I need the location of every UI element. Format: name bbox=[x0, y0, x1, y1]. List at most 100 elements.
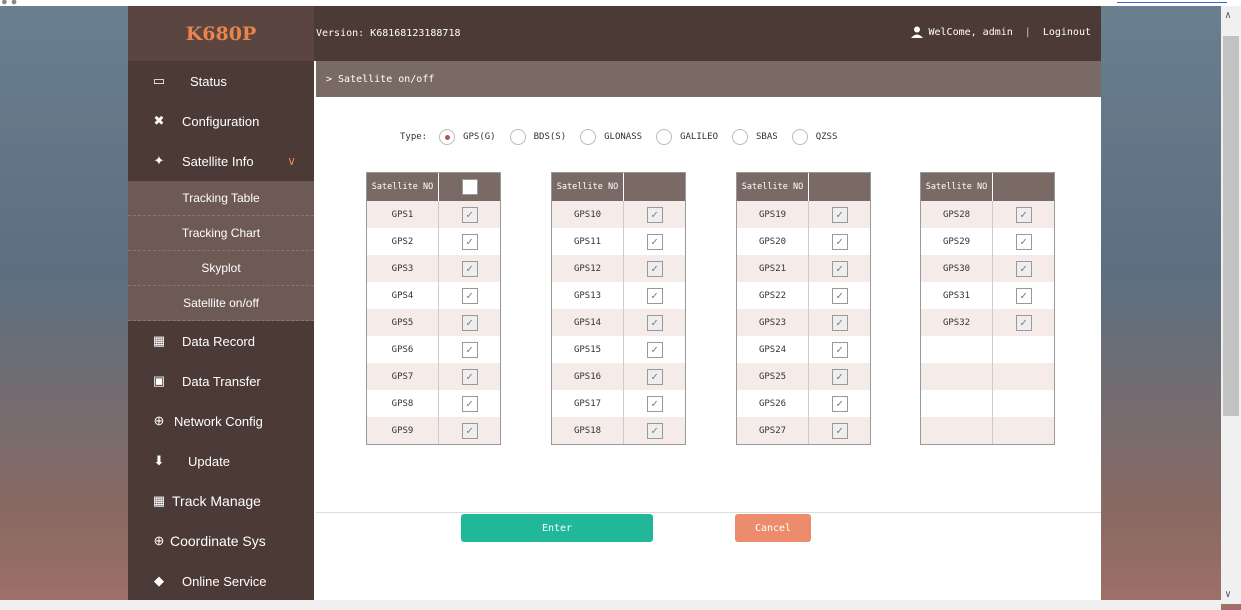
scrollbar-thumb[interactable] bbox=[1223, 36, 1239, 416]
scroll-up-icon[interactable]: ∧ bbox=[1225, 10, 1231, 21]
radio-gps[interactable]: GPS(G) bbox=[439, 129, 496, 145]
satellite-checkbox[interactable]: ✓ bbox=[831, 206, 848, 223]
satellite-toggle-cell: ✓ bbox=[624, 363, 685, 390]
satellite-checkbox[interactable]: ✓ bbox=[461, 341, 478, 358]
satellite-checkbox[interactable]: ✓ bbox=[1015, 287, 1032, 304]
radio-qzss[interactable]: QZSS bbox=[791, 129, 837, 145]
satellite-checkbox[interactable]: ✓ bbox=[461, 314, 478, 331]
tools-icon: ✖ bbox=[153, 113, 165, 128]
sidebar-subitem-tracking-chart[interactable]: Tracking Chart bbox=[128, 216, 314, 251]
table-row: GPS19 ✓ bbox=[737, 201, 870, 228]
satellite-checkbox[interactable]: ✓ bbox=[831, 287, 848, 304]
satellite-toggle-cell: ✓ bbox=[439, 390, 500, 417]
scroll-down-icon[interactable]: ∨ bbox=[1225, 589, 1231, 600]
table-row: GPS14 ✓ bbox=[552, 309, 685, 336]
satellite-checkbox[interactable]: ✓ bbox=[1015, 260, 1032, 277]
satellite-checkbox[interactable]: ✓ bbox=[461, 233, 478, 250]
satellite-checkbox[interactable]: ✓ bbox=[646, 260, 663, 277]
satellite-id: GPS4 bbox=[367, 282, 439, 309]
satellite-checkbox[interactable]: ✓ bbox=[831, 314, 848, 331]
satellite-table: Satellite NO GPS1 ✓ GPS2 ✓ GPS3 ✓ GPS4 ✓ GPS5 ✓ GPS… bbox=[366, 172, 501, 445]
satellite-checkbox[interactable]: ✓ bbox=[461, 206, 478, 223]
breadcrumb: > Satellite on/off bbox=[316, 61, 1101, 97]
satellite-checkbox[interactable]: ✓ bbox=[461, 287, 478, 304]
vertical-scrollbar[interactable]: ∧ ∨ bbox=[1221, 6, 1241, 604]
satellite-toggle-cell: ✓ bbox=[439, 363, 500, 390]
radio-label: GLONASS bbox=[604, 132, 643, 142]
table-header: Satellite NO bbox=[367, 173, 500, 201]
type-label: Type: bbox=[400, 132, 428, 142]
sidebar-subitem-skyplot[interactable]: Skyplot bbox=[128, 251, 314, 286]
sidebar-item-data-record[interactable]: ▦ Data Record bbox=[128, 321, 314, 361]
satellite-checkbox[interactable]: ✓ bbox=[646, 422, 663, 439]
satellite-toggle-cell: ✓ bbox=[624, 201, 685, 228]
horizontal-scrollbar[interactable] bbox=[0, 600, 1221, 610]
divider bbox=[316, 512, 1101, 513]
sidebar-item-data-transfer[interactable]: ▣ Data Transfer bbox=[128, 361, 314, 401]
satellite-checkbox[interactable]: ✓ bbox=[1015, 233, 1032, 250]
main-content: Type: GPS(G) BDS(S) GLONASS GALILEO SBAS… bbox=[316, 97, 1101, 600]
satellite-checkbox[interactable]: ✓ bbox=[461, 368, 478, 385]
user-greeting: WelCome, admin bbox=[928, 26, 1013, 38]
satellite-id: GPS29 bbox=[921, 228, 993, 255]
satellite-checkbox[interactable]: ✓ bbox=[646, 368, 663, 385]
satellite-checkbox[interactable]: ✓ bbox=[646, 314, 663, 331]
satellite-checkbox[interactable]: ✓ bbox=[1015, 314, 1032, 331]
sidebar-subitem-satellite-onoff[interactable]: Satellite on/off bbox=[128, 286, 314, 321]
satellite-id: GPS2 bbox=[367, 228, 439, 255]
table-row: GPS28 ✓ bbox=[921, 201, 1054, 228]
satellite-checkbox[interactable]: ✓ bbox=[461, 260, 478, 277]
satellite-checkbox[interactable]: ✓ bbox=[646, 341, 663, 358]
table-body: GPS19 ✓ GPS20 ✓ GPS21 ✓ GPS22 ✓ GPS23 ✓ GPS24 ✓ GPS2… bbox=[737, 201, 870, 444]
satellite-toggle-cell: ✓ bbox=[993, 282, 1054, 309]
table-row: GPS13 ✓ bbox=[552, 282, 685, 309]
sidebar-item-track-manage[interactable]: ▦ Track Manage bbox=[128, 481, 314, 521]
sidebar-item-status[interactable]: ▭ Status bbox=[128, 61, 314, 101]
sidebar-item-coordinate-sys[interactable]: ⊕ Coordinate Sys bbox=[128, 521, 314, 561]
satellite-toggle-cell: ✓ bbox=[624, 390, 685, 417]
satellite-checkbox[interactable]: ✓ bbox=[461, 422, 478, 439]
table-row: GPS8 ✓ bbox=[367, 390, 500, 417]
sidebar-subitem-label: Tracking Table bbox=[182, 191, 260, 205]
satellite-toggle-cell: ✓ bbox=[993, 255, 1054, 282]
sidebar-item-update[interactable]: ⬇ Update bbox=[128, 441, 314, 481]
radio-sbas[interactable]: SBAS bbox=[732, 129, 778, 145]
logout-link[interactable]: Loginout bbox=[1043, 27, 1091, 38]
satellite-checkbox[interactable]: ✓ bbox=[646, 233, 663, 250]
satellite-checkbox[interactable]: ✓ bbox=[646, 395, 663, 412]
radio-empty-icon bbox=[509, 129, 526, 145]
radio-galileo[interactable]: GALILEO bbox=[656, 129, 718, 145]
sidebar-item-satellite-info[interactable]: ✦ Satellite Info ∨ bbox=[128, 141, 314, 181]
table-row: GPS12 ✓ bbox=[552, 255, 685, 282]
table-row: GPS5 ✓ bbox=[367, 309, 500, 336]
radio-glonass[interactable]: GLONASS bbox=[580, 129, 642, 145]
satellite-checkbox[interactable]: ✓ bbox=[831, 368, 848, 385]
table-row: GPS16 ✓ bbox=[552, 363, 685, 390]
calendar-icon: ▦ bbox=[152, 493, 166, 508]
satellite-checkbox[interactable]: ✓ bbox=[461, 395, 478, 412]
enter-button[interactable]: Enter bbox=[461, 514, 653, 542]
satellite-checkbox[interactable]: ✓ bbox=[646, 287, 663, 304]
sidebar-subitem-tracking-table[interactable]: Tracking Table bbox=[128, 181, 314, 216]
satellite-checkbox[interactable]: ✓ bbox=[831, 422, 848, 439]
satellite-checkbox[interactable]: ✓ bbox=[831, 341, 848, 358]
satellite-checkbox[interactable]: ✓ bbox=[831, 260, 848, 277]
table-header: Satellite NO bbox=[552, 173, 685, 201]
sidebar-item-configuration[interactable]: ✖ Configuration bbox=[128, 101, 314, 141]
satellite-checkbox[interactable]: ✓ bbox=[831, 233, 848, 250]
radio-bds[interactable]: BDS(S) bbox=[509, 129, 566, 145]
satellite-checkbox[interactable]: ✓ bbox=[831, 395, 848, 412]
column-header-satellite-no: Satellite NO bbox=[737, 173, 809, 201]
satellite-icon: ✦ bbox=[153, 153, 165, 168]
satellite-id: GPS10 bbox=[552, 201, 624, 228]
sidebar-item-online-service[interactable]: ◆ Online Service bbox=[128, 561, 314, 601]
satellite-id: GPS19 bbox=[737, 201, 809, 228]
satellite-toggle-cell bbox=[993, 363, 1054, 390]
select-all-checkbox[interactable] bbox=[461, 179, 478, 195]
sidebar-item-network-config[interactable]: ⊕ Network Config bbox=[128, 401, 314, 441]
radio-empty-icon bbox=[580, 129, 597, 145]
window-dots-icon: ● ● bbox=[2, 0, 17, 6]
cancel-button[interactable]: Cancel bbox=[735, 514, 811, 542]
satellite-checkbox[interactable]: ✓ bbox=[646, 206, 663, 223]
satellite-checkbox[interactable]: ✓ bbox=[1015, 206, 1032, 223]
